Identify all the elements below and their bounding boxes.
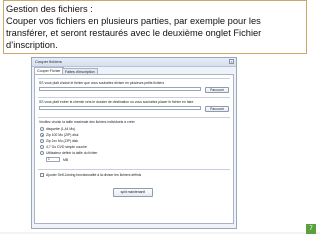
size-option-radio[interactable] [40, 151, 44, 155]
tab-panel: SS vous plaît choisir le fichier que vou… [34, 74, 234, 224]
caption-line: transférer, et seront restaurés avec le … [6, 28, 262, 38]
dialog-titlebar: Couper fichiers × [32, 58, 236, 67]
caption-heading: Gestion des fichiers : [6, 4, 93, 14]
split-files-dialog: Couper fichiers × Couper Fichier Faites … [31, 57, 237, 229]
custom-size-unit: MB [63, 158, 69, 162]
size-option-label: Utilisateur définir la taille du fichier [46, 151, 98, 155]
split-now-button[interactable]: split maintenant! [113, 188, 153, 197]
browse-destination-button[interactable]: Parcourir [205, 106, 229, 112]
size-option-radio[interactable] [40, 127, 44, 131]
self-joining-label: Ajouter Self-Joining fonctionnalité à la… [46, 173, 142, 177]
size-option-radio[interactable] [40, 133, 44, 137]
slide-caption: Gestion des fichiers : Couper vos fichie… [3, 0, 307, 54]
size-option-label: Zip 2xx Mo (ZIP) disk [46, 139, 79, 143]
destination-folder-label: SS vous plaît entrer le chemin vers le d… [39, 100, 194, 104]
caption-line: d’inscription. [6, 40, 58, 50]
self-joining-checkbox[interactable] [40, 173, 44, 177]
page-number-badge: 7 [306, 224, 316, 234]
size-prompt: Veuillez choisir la taille maximale des … [39, 120, 135, 124]
size-option-label: Zip 100 Mo (ZIP) disk [46, 133, 79, 137]
slide: Gestion des fichiers : Couper vos fichie… [0, 0, 320, 240]
size-option-radio[interactable] [40, 145, 44, 149]
source-file-input[interactable] [39, 87, 201, 91]
destination-folder-input[interactable] [39, 106, 201, 110]
browse-source-button[interactable]: Parcourir [205, 87, 229, 93]
size-option-label: disquette (1,44 Mo) [46, 127, 76, 131]
divider [38, 117, 230, 118]
divider [38, 78, 230, 79]
divider [38, 169, 230, 170]
caption-line: Couper vos fichiers en plusieurs parties… [6, 16, 261, 26]
source-file-label: SS vous plaît choisir le fichier que vou… [39, 81, 165, 85]
divider [38, 97, 230, 98]
close-icon[interactable]: × [229, 59, 234, 64]
size-option-label: 4,7 Go DVD simple couche [46, 145, 87, 149]
dialog-title: Couper fichiers [35, 59, 62, 64]
size-option-radio[interactable] [40, 139, 44, 143]
custom-size-stepper[interactable]: 1 [46, 157, 60, 162]
footer-strip [0, 232, 320, 234]
